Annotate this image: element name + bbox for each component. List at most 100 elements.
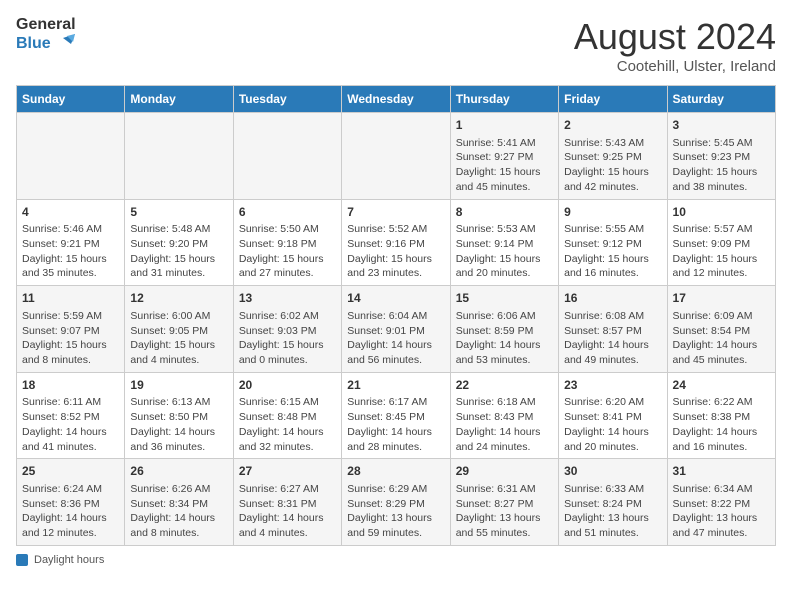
day-info: Sunrise: 6:17 AM Sunset: 8:45 PM Dayligh…: [347, 395, 444, 454]
day-number: 17: [673, 290, 770, 307]
logo-bird-icon: [53, 34, 75, 54]
day-info: Sunrise: 5:48 AM Sunset: 9:20 PM Dayligh…: [130, 222, 227, 281]
day-info: Sunrise: 6:29 AM Sunset: 8:29 PM Dayligh…: [347, 482, 444, 541]
calendar-table: SundayMondayTuesdayWednesdayThursdayFrid…: [16, 85, 776, 546]
page-container: General Blue August 2024 Cootehill, Ulst…: [16, 16, 776, 566]
calendar-cell: 12 Sunrise: 6:00 AM Sunset: 9:05 PM Dayli…: [125, 286, 233, 373]
calendar-cell: 28 Sunrise: 6:29 AM Sunset: 8:29 PM Dayli…: [342, 459, 450, 546]
header-day-tuesday: Tuesday: [233, 86, 341, 113]
location-subtitle: Cootehill, Ulster, Ireland: [574, 58, 776, 75]
day-info: Sunrise: 5:43 AM Sunset: 9:25 PM Dayligh…: [564, 136, 661, 195]
calendar-cell: 5Sunrise: 5:48 AM Sunset: 9:20 PM Daylig…: [125, 199, 233, 286]
logo-blue-text: Blue: [16, 34, 76, 54]
calendar-cell: 15 Sunrise: 6:06 AM Sunset: 8:59 PM Dayli…: [450, 286, 558, 373]
day-number: 13: [239, 290, 336, 307]
calendar-cell: 14 Sunrise: 6:04 AM Sunset: 9:01 PM Dayli…: [342, 286, 450, 373]
day-number: 9: [564, 204, 661, 221]
day-info: Sunrise: 5:53 AM Sunset: 9:14 PM Dayligh…: [456, 222, 553, 281]
day-number: 15: [456, 290, 553, 307]
day-number: 27: [239, 463, 336, 480]
calendar-cell: [233, 113, 341, 200]
day-number: 1: [456, 117, 553, 134]
day-number: 16: [564, 290, 661, 307]
day-info: Sunrise: 6:24 AM Sunset: 8:36 PM Dayligh…: [22, 482, 119, 541]
day-info: Sunrise: 6:06 AM Sunset: 8:59 PM Dayligh…: [456, 309, 553, 368]
day-info: Sunrise: 6:33 AM Sunset: 8:24 PM Dayligh…: [564, 482, 661, 541]
calendar-cell: 25 Sunrise: 6:24 AM Sunset: 8:36 PM Dayli…: [17, 459, 125, 546]
calendar-cell: 9Sunrise: 5:55 AM Sunset: 9:12 PM Daylig…: [559, 199, 667, 286]
day-info: Sunrise: 6:31 AM Sunset: 8:27 PM Dayligh…: [456, 482, 553, 541]
calendar-cell: 19Sunrise: 6:13 AM Sunset: 8:50 PM Dayli…: [125, 372, 233, 459]
footer-note: Daylight hours: [16, 554, 776, 566]
day-info: Sunrise: 5:41 AM Sunset: 9:27 PM Dayligh…: [456, 136, 553, 195]
day-info: Sunrise: 6:13 AM Sunset: 8:50 PM Dayligh…: [130, 395, 227, 454]
day-number: 24: [673, 377, 770, 394]
day-number: 2: [564, 117, 661, 134]
day-number: 12: [130, 290, 227, 307]
day-info: Sunrise: 6:00 AM Sunset: 9:05 PM Dayligh…: [130, 309, 227, 368]
day-info: Sunrise: 5:45 AM Sunset: 9:23 PM Dayligh…: [673, 136, 770, 195]
calendar-week-row: 18Sunrise: 6:11 AM Sunset: 8:52 PM Dayli…: [17, 372, 776, 459]
calendar-cell: 10Sunrise: 5:57 AM Sunset: 9:09 PM Dayli…: [667, 199, 775, 286]
day-info: Sunrise: 5:59 AM Sunset: 9:07 PM Dayligh…: [22, 309, 119, 368]
day-number: 23: [564, 377, 661, 394]
header-day-sunday: Sunday: [17, 86, 125, 113]
calendar-cell: 4Sunrise: 5:46 AM Sunset: 9:21 PM Daylig…: [17, 199, 125, 286]
day-number: 14: [347, 290, 444, 307]
calendar-cell: 26Sunrise: 6:26 AM Sunset: 8:34 PM Dayli…: [125, 459, 233, 546]
calendar-cell: 31 Sunrise: 6:34 AM Sunset: 8:22 PM Dayli…: [667, 459, 775, 546]
calendar-week-row: 25 Sunrise: 6:24 AM Sunset: 8:36 PM Dayli…: [17, 459, 776, 546]
day-number: 8: [456, 204, 553, 221]
header-day-thursday: Thursday: [450, 86, 558, 113]
header-day-friday: Friday: [559, 86, 667, 113]
day-info: Sunrise: 6:22 AM Sunset: 8:38 PM Dayligh…: [673, 395, 770, 454]
month-year-title: August 2024: [574, 16, 776, 58]
calendar-cell: 24Sunrise: 6:22 AM Sunset: 8:38 PM Dayli…: [667, 372, 775, 459]
day-info: Sunrise: 6:34 AM Sunset: 8:22 PM Dayligh…: [673, 482, 770, 541]
day-info: Sunrise: 6:15 AM Sunset: 8:48 PM Dayligh…: [239, 395, 336, 454]
day-number: 28: [347, 463, 444, 480]
calendar-cell: 22Sunrise: 6:18 AM Sunset: 8:43 PM Dayli…: [450, 372, 558, 459]
day-info: Sunrise: 6:08 AM Sunset: 8:57 PM Dayligh…: [564, 309, 661, 368]
day-number: 3: [673, 117, 770, 134]
day-number: 6: [239, 204, 336, 221]
calendar-cell: [17, 113, 125, 200]
day-info: Sunrise: 6:02 AM Sunset: 9:03 PM Dayligh…: [239, 309, 336, 368]
day-number: 21: [347, 377, 444, 394]
logo-general-text: General: [16, 16, 76, 34]
day-info: Sunrise: 6:26 AM Sunset: 8:34 PM Dayligh…: [130, 482, 227, 541]
day-info: Sunrise: 5:52 AM Sunset: 9:16 PM Dayligh…: [347, 222, 444, 281]
day-info: Sunrise: 5:46 AM Sunset: 9:21 PM Dayligh…: [22, 222, 119, 281]
day-number: 31: [673, 463, 770, 480]
calendar-cell: 21Sunrise: 6:17 AM Sunset: 8:45 PM Dayli…: [342, 372, 450, 459]
header-day-wednesday: Wednesday: [342, 86, 450, 113]
calendar-cell: 7Sunrise: 5:52 AM Sunset: 9:16 PM Daylig…: [342, 199, 450, 286]
day-number: 7: [347, 204, 444, 221]
calendar-cell: 16 Sunrise: 6:08 AM Sunset: 8:57 PM Dayli…: [559, 286, 667, 373]
calendar-cell: 23Sunrise: 6:20 AM Sunset: 8:41 PM Dayli…: [559, 372, 667, 459]
day-number: 20: [239, 377, 336, 394]
calendar-cell: 18Sunrise: 6:11 AM Sunset: 8:52 PM Dayli…: [17, 372, 125, 459]
day-info: Sunrise: 5:50 AM Sunset: 9:18 PM Dayligh…: [239, 222, 336, 281]
day-info: Sunrise: 6:18 AM Sunset: 8:43 PM Dayligh…: [456, 395, 553, 454]
title-area: August 2024 Cootehill, Ulster, Ireland: [574, 16, 776, 75]
calendar-cell: 3 Sunrise: 5:45 AM Sunset: 9:23 PM Daylig…: [667, 113, 775, 200]
calendar-header-row: SundayMondayTuesdayWednesdayThursdayFrid…: [17, 86, 776, 113]
calendar-week-row: 4Sunrise: 5:46 AM Sunset: 9:21 PM Daylig…: [17, 199, 776, 286]
calendar-cell: 1 Sunrise: 5:41 AM Sunset: 9:27 PM Daylig…: [450, 113, 558, 200]
day-number: 25: [22, 463, 119, 480]
day-info: Sunrise: 6:04 AM Sunset: 9:01 PM Dayligh…: [347, 309, 444, 368]
calendar-cell: 29Sunrise: 6:31 AM Sunset: 8:27 PM Dayli…: [450, 459, 558, 546]
header-day-monday: Monday: [125, 86, 233, 113]
day-number: 10: [673, 204, 770, 221]
calendar-cell: 8Sunrise: 5:53 AM Sunset: 9:14 PM Daylig…: [450, 199, 558, 286]
header: General Blue August 2024 Cootehill, Ulst…: [16, 16, 776, 75]
calendar-cell: 20Sunrise: 6:15 AM Sunset: 8:48 PM Dayli…: [233, 372, 341, 459]
day-number: 18: [22, 377, 119, 394]
calendar-cell: [125, 113, 233, 200]
calendar-week-row: 1 Sunrise: 5:41 AM Sunset: 9:27 PM Daylig…: [17, 113, 776, 200]
day-info: Sunrise: 6:20 AM Sunset: 8:41 PM Dayligh…: [564, 395, 661, 454]
day-number: 11: [22, 290, 119, 307]
day-info: Sunrise: 6:09 AM Sunset: 8:54 PM Dayligh…: [673, 309, 770, 368]
day-number: 22: [456, 377, 553, 394]
